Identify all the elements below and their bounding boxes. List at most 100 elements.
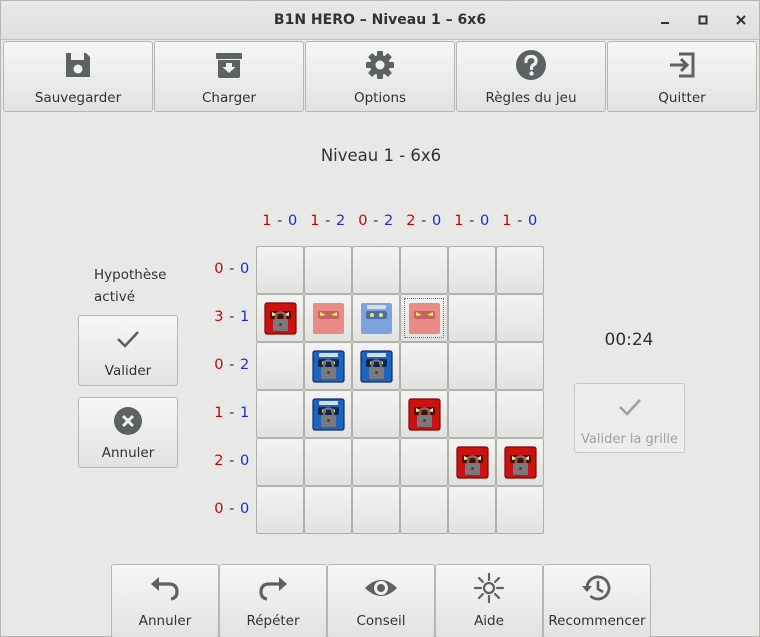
validate-grid-button[interactable]: Valider la grille xyxy=(574,383,685,453)
blue-count: 2 xyxy=(383,213,394,229)
grid-cell-r6-c2[interactable] xyxy=(304,486,352,534)
grid-cell-r1-c5[interactable] xyxy=(448,246,496,294)
grid-cell-r3-c2[interactable] xyxy=(304,342,352,390)
hint-button[interactable]: Conseil xyxy=(327,564,435,637)
red-count: 0 xyxy=(214,261,225,277)
grid-cell-r4-c3[interactable] xyxy=(352,390,400,438)
grid-cell-r5-c5[interactable] xyxy=(448,438,496,486)
blue-count: 0 xyxy=(239,261,250,277)
gear-icon xyxy=(306,48,454,82)
load-button[interactable]: Charger xyxy=(154,41,304,112)
row-count-1: 0 - 0 xyxy=(207,261,257,277)
eye-icon xyxy=(328,571,434,605)
blue-count: 2 xyxy=(239,357,250,373)
red-count: 0 xyxy=(358,213,369,229)
grid-cell-r5-c1[interactable] xyxy=(256,438,304,486)
validate-hypothesis-button[interactable]: Valider xyxy=(78,315,178,386)
window-title: B1N HERO – Niveau 1 – 6x6 xyxy=(273,12,487,28)
grid-cell-r3-c3[interactable] xyxy=(352,342,400,390)
grid-cell-r4-c5[interactable] xyxy=(448,390,496,438)
grid-cell-r2-c2[interactable] xyxy=(304,294,352,342)
blue-count: 0 xyxy=(431,213,442,229)
grid-cell-r4-c4[interactable] xyxy=(400,390,448,438)
grid-cell-r2-c4[interactable] xyxy=(400,294,448,342)
grid-cell-r3-c6[interactable] xyxy=(496,342,544,390)
grid-cell-r1-c1[interactable] xyxy=(256,246,304,294)
red-count: 1 xyxy=(454,213,465,229)
grid-cell-r2-c6[interactable] xyxy=(496,294,544,342)
grid-cell-r4-c2[interactable] xyxy=(304,390,352,438)
exit-icon xyxy=(608,48,756,82)
archive-box-icon xyxy=(155,48,303,82)
column-count-3: 0 - 2 xyxy=(352,213,400,229)
grid-cell-r2-c1[interactable] xyxy=(256,294,304,342)
row-count-5: 2 - 0 xyxy=(207,453,257,469)
grid-cell-r5-c3[interactable] xyxy=(352,438,400,486)
checkmark-icon xyxy=(575,392,684,422)
title-bar: B1N HERO – Niveau 1 – 6x6 xyxy=(1,1,759,40)
grid-cell-r1-c4[interactable] xyxy=(400,246,448,294)
grid-cell-r3-c5[interactable] xyxy=(448,342,496,390)
grid-cell-r6-c3[interactable] xyxy=(352,486,400,534)
minimize-icon[interactable] xyxy=(656,11,674,29)
sparkle-icon xyxy=(436,571,542,605)
grid-cell-r4-c6[interactable] xyxy=(496,390,544,438)
grid-cell-r2-c5[interactable] xyxy=(448,294,496,342)
count-separator: - xyxy=(416,213,432,229)
grid-cell-r3-c1[interactable] xyxy=(256,342,304,390)
grid-cell-r5-c4[interactable] xyxy=(400,438,448,486)
count-separator: - xyxy=(320,213,336,229)
options-button[interactable]: Options xyxy=(305,41,455,112)
hypothesis-status: Hypothèse activé xyxy=(94,267,167,305)
row-count-4: 1 - 1 xyxy=(207,405,257,421)
count-separator: - xyxy=(512,213,528,229)
close-icon[interactable] xyxy=(732,11,750,29)
grid-cell-r1-c2[interactable] xyxy=(304,246,352,294)
row-count-2: 3 - 1 xyxy=(207,309,257,325)
help-button[interactable]: Aide xyxy=(435,564,543,637)
options-label: Options xyxy=(353,90,407,106)
red-count: 2 xyxy=(214,453,225,469)
blue-count: 0 xyxy=(527,213,538,229)
count-separator: - xyxy=(368,213,384,229)
grid-cell-r5-c2[interactable] xyxy=(304,438,352,486)
save-button[interactable]: Sauvegarder xyxy=(3,41,153,112)
grid-cell-r2-c3[interactable] xyxy=(352,294,400,342)
grid-cell-r6-c6[interactable] xyxy=(496,486,544,534)
grid-cell-r1-c6[interactable] xyxy=(496,246,544,294)
history-icon xyxy=(544,571,650,605)
rules-button[interactable]: Règles du jeu xyxy=(456,41,606,112)
cancel-hypothesis-button[interactable]: Annuler xyxy=(78,397,178,468)
grid-cell-r6-c4[interactable] xyxy=(400,486,448,534)
maximize-icon[interactable] xyxy=(694,11,712,29)
grid-cell-r5-c6[interactable] xyxy=(496,438,544,486)
redo-button[interactable]: Répéter xyxy=(219,564,327,637)
hint-label: Conseil xyxy=(356,613,406,629)
row-count-3: 0 - 2 xyxy=(207,357,257,373)
count-separator: - xyxy=(224,309,240,325)
quit-label: Quitter xyxy=(658,90,706,106)
help-label: Aide xyxy=(474,613,504,629)
count-separator: - xyxy=(224,405,240,421)
count-separator: - xyxy=(224,501,240,517)
grid-cell-r6-c1[interactable] xyxy=(256,486,304,534)
red-count: 1 xyxy=(310,213,321,229)
blue-count: 0 xyxy=(287,213,298,229)
help-circle-icon xyxy=(457,48,605,82)
count-separator: - xyxy=(224,357,240,373)
timer: 00:24 xyxy=(604,330,654,350)
grid-cell-r4-c1[interactable] xyxy=(256,390,304,438)
checkmark-icon xyxy=(79,324,177,354)
restart-button[interactable]: Recommencer xyxy=(543,564,651,637)
grid-cell-r3-c4[interactable] xyxy=(400,342,448,390)
undo-button[interactable]: Annuler xyxy=(111,564,219,637)
blue-count: 2 xyxy=(335,213,346,229)
redo-label: Répéter xyxy=(246,613,300,629)
red-count: 2 xyxy=(406,213,417,229)
grid-cell-r6-c5[interactable] xyxy=(448,486,496,534)
count-separator: - xyxy=(224,453,240,469)
quit-button[interactable]: Quitter xyxy=(607,41,757,112)
column-count-2: 1 - 2 xyxy=(304,213,352,229)
count-separator: - xyxy=(272,213,288,229)
grid-cell-r1-c3[interactable] xyxy=(352,246,400,294)
